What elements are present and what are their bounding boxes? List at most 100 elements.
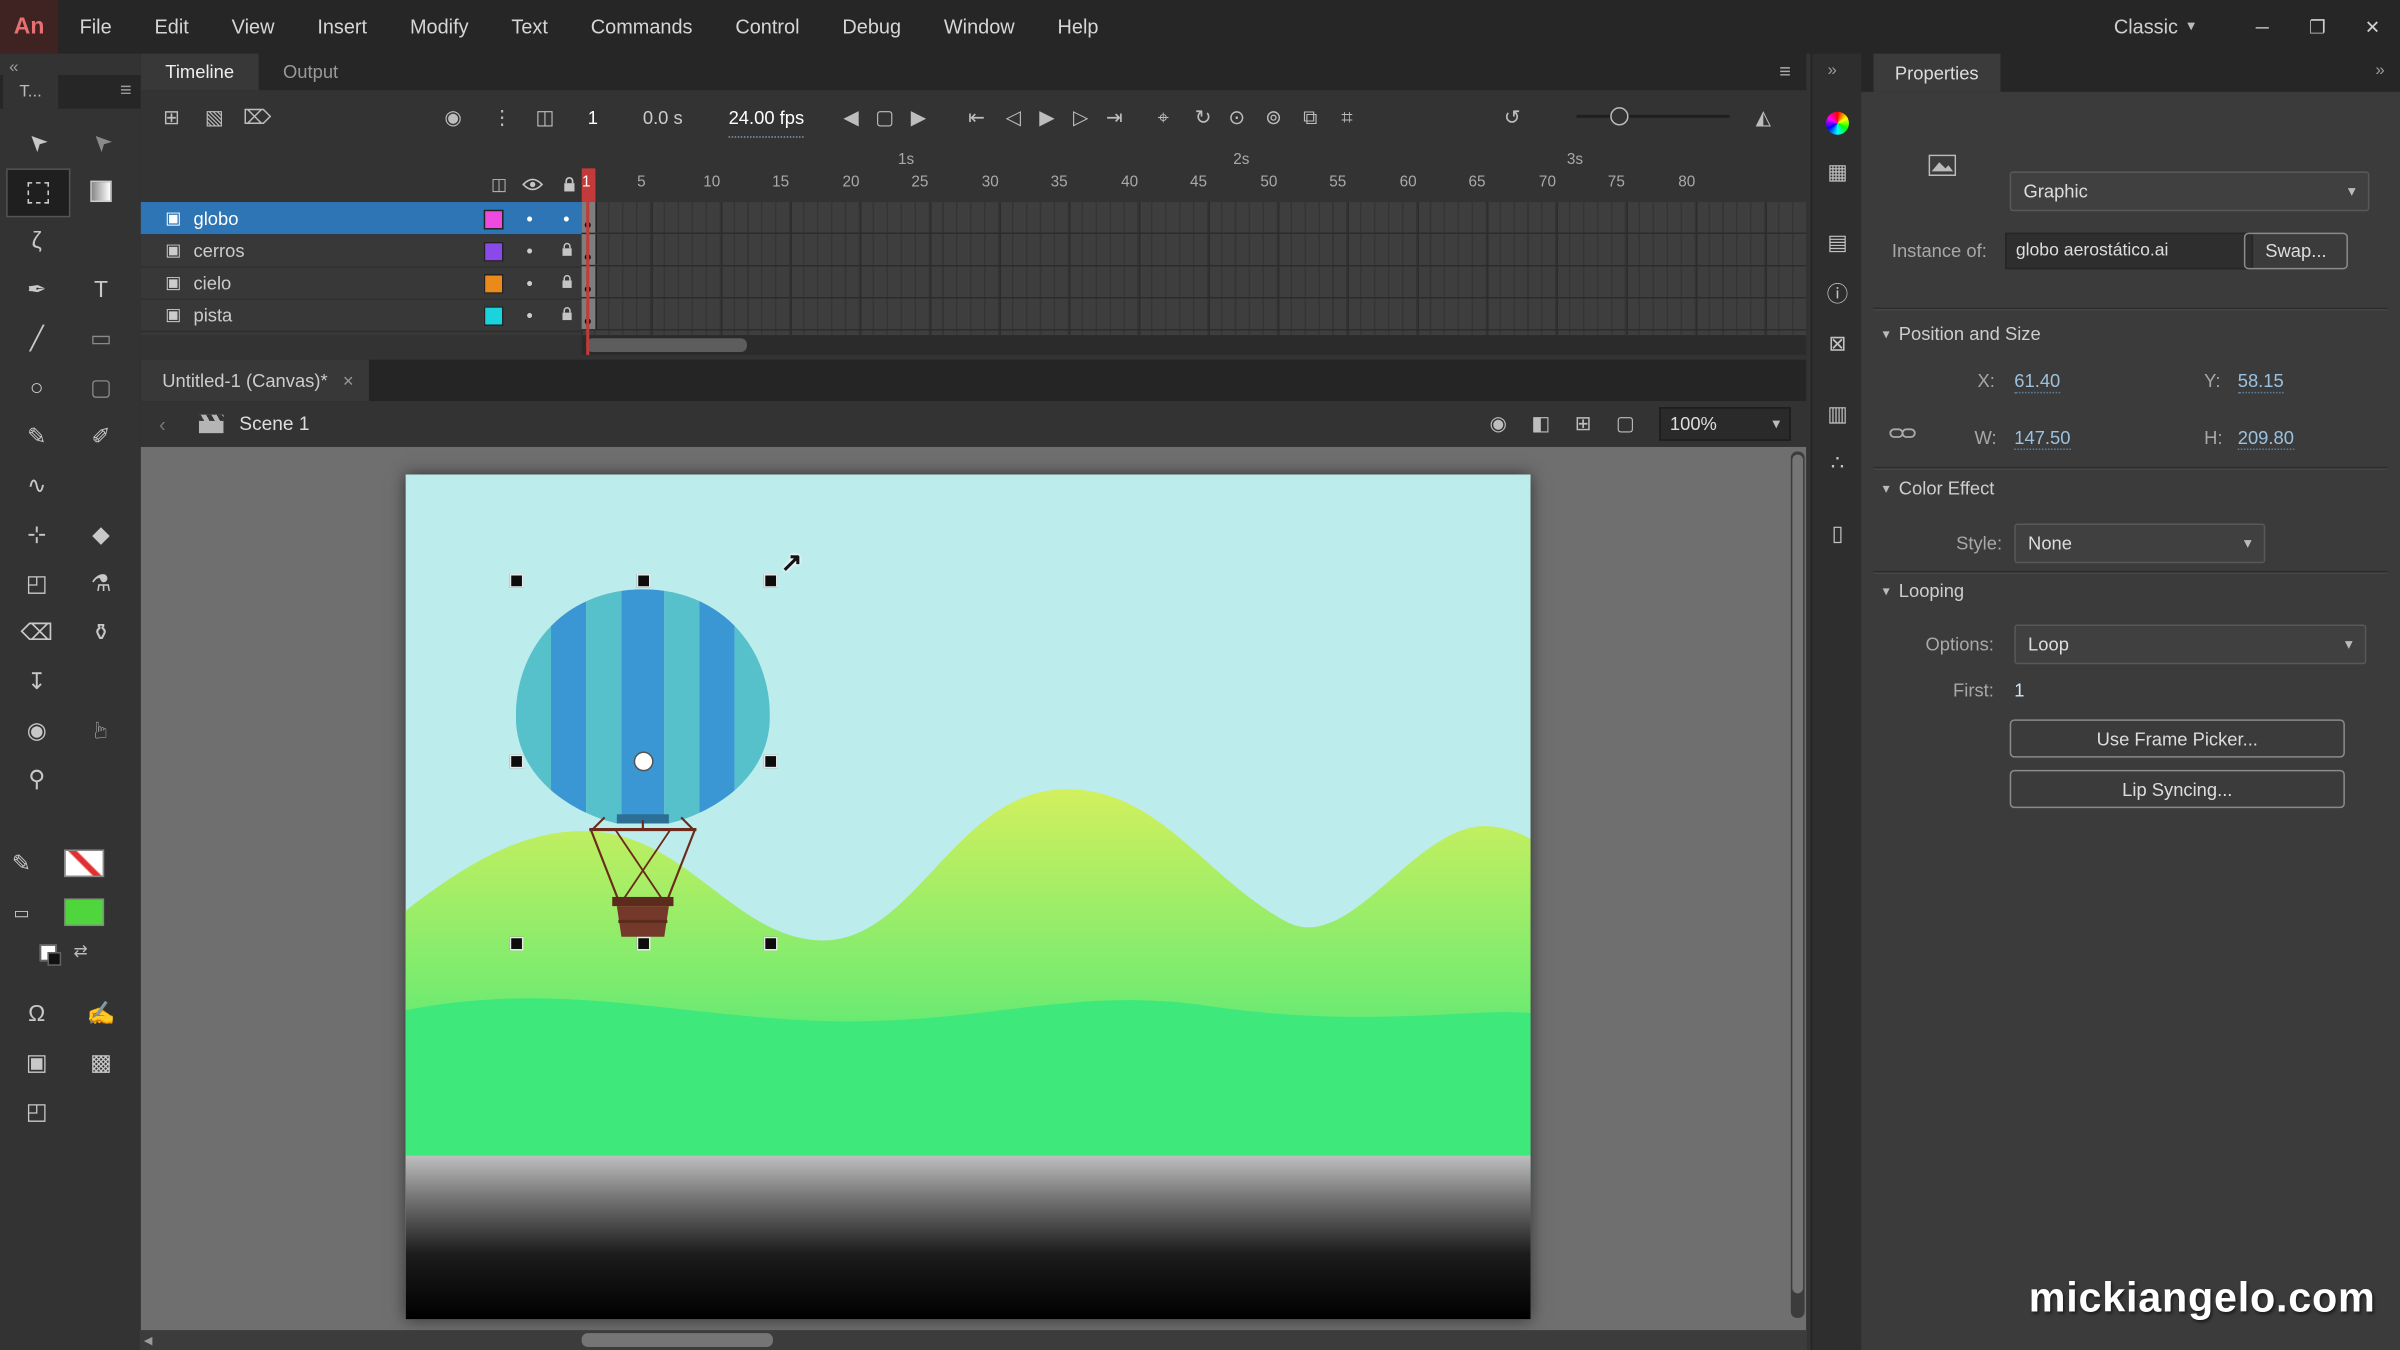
layer-row-globo[interactable]: ▣ globo • • [140,202,582,236]
transform-handle-w[interactable] [509,754,524,769]
transform-handle-ne[interactable] [763,573,778,588]
tab-output[interactable]: Output [259,54,363,91]
playhead-line[interactable] [586,202,590,356]
timeline-ruler[interactable]: ◫ 1s 2s 3s 1 5 10 15 20 25 30 35 40 45 5… [140,146,1807,204]
transform-handle-sw[interactable] [509,936,524,951]
timeline-hscroll-thumb[interactable] [586,338,747,353]
play-icon[interactable]: ▶ [1029,99,1066,136]
swap-colors-icon[interactable]: ⇄ [73,941,87,961]
zoom-level-select[interactable]: 100% ▾ [1659,407,1791,441]
tools-panel-tab[interactable]: T... [3,74,59,109]
layer-row-pista[interactable]: ▣ pista • [140,298,582,333]
clip-content-icon[interactable]: ▢ [1616,412,1635,436]
go-last-frame-icon[interactable]: ⇥ [1096,99,1133,136]
timeline-zoom-slider[interactable] [1576,107,1730,126]
layer-row-cielo[interactable]: ▣ cielo • [140,266,582,300]
asset-warp-tool[interactable]: ⊹ [6,511,67,557]
h-value[interactable]: 209.80 [2237,427,2294,450]
lasso-tool[interactable]: ζ [6,217,67,263]
pressure-option[interactable]: ✍ [70,990,131,1036]
menu-insert[interactable]: Insert [296,0,389,54]
layer-visibility-toggle[interactable]: • [517,207,541,228]
ink-bottle-tool[interactable]: ⚱ [70,609,131,655]
gradient-transform-tool[interactable] [70,168,131,214]
info-panel-icon[interactable]: ⓘ [1812,277,1863,311]
camera-tool[interactable]: ◉ [6,707,67,753]
center-playhead-icon[interactable]: ⌖ [1145,99,1182,136]
layer-row-cerros[interactable]: ▣ cerros • [140,234,582,268]
next-frame-icon[interactable]: ▷ [1062,99,1099,136]
transform-handle-e[interactable] [763,754,778,769]
paint-bucket-tool[interactable]: ◆ [70,511,131,557]
loop-options-select[interactable]: Loop ▾ [2014,624,2367,665]
primitive-rectangle-tool[interactable]: ▢ [70,364,131,410]
step-forward-icon[interactable]: ▶ [900,99,937,136]
loop-playback-icon[interactable]: ↻ [1185,99,1222,136]
stroke-color-swatch[interactable] [64,849,105,878]
lip-syncing-button[interactable]: Lip Syncing... [2009,769,2345,809]
reset-timeline-zoom-icon[interactable]: ↺ [1494,99,1531,136]
onion-skin-icon[interactable]: ⊙ [1218,99,1255,136]
layer-color-chip[interactable] [483,273,504,294]
menu-view[interactable]: View [210,0,296,54]
menu-edit[interactable]: Edit [133,0,210,54]
frame-ruler[interactable]: 1s 2s 3s 1 5 10 15 20 25 30 35 40 45 50 … [581,146,1807,204]
tools-panel-menu-icon[interactable]: ≡ [120,78,132,101]
document-tab[interactable]: Untitled-1 (Canvas)* × [140,359,369,402]
section-looping[interactable]: ▾ Looping [1883,580,1965,601]
new-layer-icon[interactable]: ⊞ [153,99,190,136]
snap-magnet-option[interactable]: Ω [6,990,67,1036]
delete-layer-icon[interactable]: ⌦ [239,99,276,136]
color-style-select[interactable]: None ▾ [2014,523,2266,564]
symbol-type-select[interactable]: Graphic ▾ [2009,171,2370,212]
layer-lock-toggle[interactable] [554,304,578,325]
menu-debug[interactable]: Debug [821,0,922,54]
menu-help[interactable]: Help [1036,0,1120,54]
line-tool[interactable]: ╱ [6,315,67,361]
restore-button[interactable]: ❐ [2290,0,2345,54]
expand-panels-icon[interactable]: » [1828,61,1837,79]
onion-outlines-icon[interactable]: ⊚ [1255,99,1292,136]
close-document-icon[interactable]: × [343,370,354,391]
layer-visibility-toggle[interactable]: • [517,240,541,261]
layer-color-chip[interactable] [483,241,504,262]
layer-color-chip[interactable] [483,209,504,230]
width-tool[interactable]: ↧ [6,658,67,704]
section-position-size[interactable]: ▾ Position and Size [1883,323,2041,344]
swatches-panel-icon[interactable]: ▦ [1812,155,1863,189]
viewport-vscroll-thumb[interactable] [1792,454,1804,1294]
paint-brush-tool[interactable]: ✐ [70,413,131,459]
w-value[interactable]: 147.50 [2014,427,2071,450]
subselection-tool[interactable]: ➤ [70,119,131,165]
viewport-vscrollbar[interactable] [1790,451,1805,1318]
current-frame-value[interactable]: 1 [588,99,598,136]
section-color-effect[interactable]: ▾ Color Effect [1883,478,1995,499]
text-tool[interactable]: T [70,266,131,312]
transform-handle-n[interactable] [636,573,651,588]
add-camera-icon[interactable]: ◉ [435,99,472,136]
eraser-tool[interactable]: ⌫ [6,609,67,655]
menu-window[interactable]: Window [922,0,1036,54]
new-folder-icon[interactable]: ▧ [196,99,233,136]
snap-grid-icon[interactable]: ⊞ [1575,412,1592,436]
stop-icon[interactable]: ▢ [866,99,903,136]
layer-depth-column-icon[interactable]: ◫ [487,171,511,195]
scene-breadcrumb[interactable]: Scene 1 [239,413,309,434]
transform-handle-nw[interactable] [509,573,524,588]
modify-markers-icon[interactable]: ⌗ [1329,99,1366,136]
layer-name[interactable]: globo [193,207,238,228]
selection-tool[interactable]: ➤ [6,119,67,165]
pen-tool[interactable]: ✒ [6,266,67,312]
layer-name[interactable]: pista [193,304,232,325]
parenting-view-icon[interactable]: ⋮ [484,99,521,136]
zoom-tool[interactable]: ⚲ [6,756,67,802]
viewport-hscrollbar[interactable]: ◂ [140,1330,1807,1350]
object-drawing-option[interactable]: ▣ [6,1039,67,1085]
layer-lock-toggle[interactable] [554,272,578,293]
go-first-frame-icon[interactable]: ⇤ [958,99,995,136]
timeline-panel-menu-icon[interactable]: ≡ [1779,60,1791,83]
3d-rotation-tool[interactable]: ◰ [6,560,67,606]
crop-option[interactable]: ◰ [6,1088,67,1134]
first-frame-value[interactable]: 1 [2014,680,2024,701]
swap-button[interactable]: Swap... [2243,232,2348,270]
